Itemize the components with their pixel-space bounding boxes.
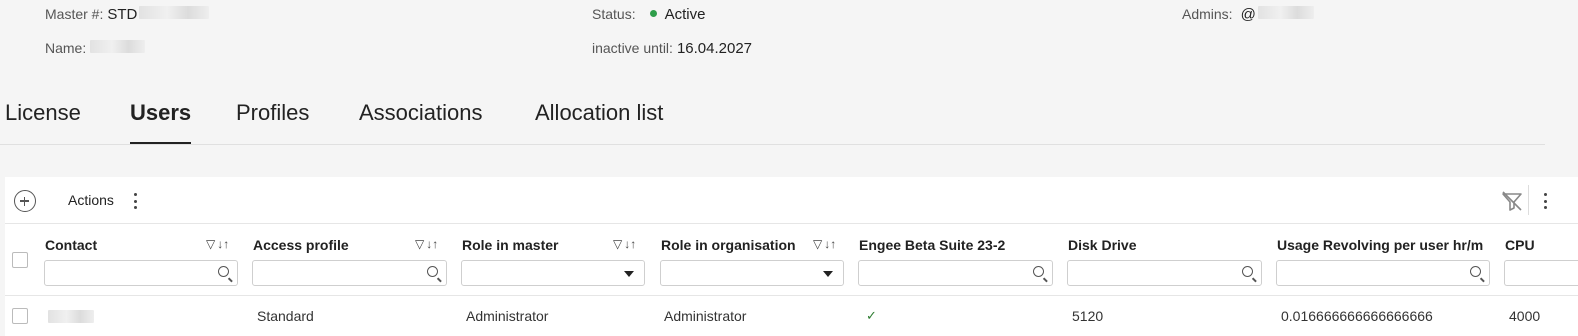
tab-profiles[interactable]: Profiles bbox=[236, 100, 309, 142]
cell-access-profile: Standard bbox=[257, 308, 314, 324]
disk-drive-filter-input[interactable] bbox=[1067, 260, 1262, 286]
access-profile-filter-input[interactable] bbox=[252, 260, 447, 286]
search-icon bbox=[218, 266, 229, 277]
admins-label: Admins: bbox=[1182, 6, 1233, 22]
master-value: STD bbox=[107, 6, 138, 23]
column-header-role-in-organisation[interactable]: Role in organisation bbox=[661, 237, 796, 253]
status-dot-icon bbox=[649, 10, 657, 17]
column-header-engee-beta-suite[interactable]: Engee Beta Suite 23-2 bbox=[859, 237, 1005, 253]
sort-icon[interactable]: ↓↑ bbox=[824, 237, 836, 251]
search-icon bbox=[427, 266, 438, 277]
search-icon bbox=[1470, 266, 1481, 277]
admins-value: @ bbox=[1240, 6, 1256, 23]
column-header-cpu[interactable]: CPU bbox=[1505, 237, 1535, 253]
sort-icon[interactable]: ↓↑ bbox=[217, 237, 229, 251]
filter-icon[interactable]: ▽ bbox=[415, 237, 424, 251]
table-header: Contact ▽ ↓↑ Access profile ▽ ↓↑ Role in m… bbox=[5, 224, 1578, 296]
cell-role-in-master: Administrator bbox=[466, 308, 549, 324]
engee-beta-suite-filter-input[interactable] bbox=[858, 260, 1053, 286]
role-in-organisation-filter-select[interactable] bbox=[660, 260, 844, 286]
filter-icon[interactable]: ▽ bbox=[206, 237, 215, 251]
chevron-down-icon bbox=[823, 271, 833, 277]
tab-allocation-list[interactable]: Allocation list bbox=[535, 100, 663, 142]
checkmark-icon: ✓ bbox=[866, 308, 877, 323]
admins-value-redacted bbox=[1257, 6, 1314, 19]
toolbar-divider bbox=[1528, 185, 1529, 215]
search-icon bbox=[1242, 266, 1253, 277]
users-grid: Actions Contact ▽ ↓↑ Access profile ▽ ↓↑ R… bbox=[5, 177, 1578, 336]
role-in-master-filter-select[interactable] bbox=[461, 260, 645, 286]
account-name: Name: bbox=[45, 40, 146, 56]
cell-role-in-organisation: Administrator bbox=[664, 308, 747, 324]
column-header-access-profile[interactable]: Access profile bbox=[253, 237, 349, 253]
table-row[interactable]: Standard Administrator Administrator ✓ 5… bbox=[5, 296, 1578, 336]
contact-cell-redacted bbox=[48, 310, 94, 323]
master-label: Master #: bbox=[45, 6, 104, 22]
tab-bar: License Users Profiles Associations Allo… bbox=[0, 88, 1545, 145]
sort-icon[interactable]: ↓↑ bbox=[624, 237, 636, 251]
status-value: Active bbox=[664, 6, 706, 23]
inactive-until: inactive until: 16.04.2027 bbox=[592, 40, 752, 57]
actions-menu-label[interactable]: Actions bbox=[68, 192, 114, 208]
column-contact-tools: ▽ ↓↑ bbox=[206, 237, 229, 251]
cell-usage-revolving: 0.016666666666666666 bbox=[1281, 308, 1433, 324]
tab-license[interactable]: License bbox=[5, 100, 81, 142]
column-header-role-in-master[interactable]: Role in master bbox=[462, 237, 558, 253]
usage-revolving-filter-input[interactable] bbox=[1276, 260, 1490, 286]
cell-cpu: 4000 bbox=[1509, 308, 1541, 324]
row-select-checkbox[interactable] bbox=[12, 308, 28, 324]
column-header-contact[interactable]: Contact bbox=[45, 237, 97, 253]
actions-kebab-icon[interactable] bbox=[133, 193, 137, 209]
contact-filter-input[interactable] bbox=[44, 260, 238, 286]
sort-icon[interactable]: ↓↑ bbox=[426, 237, 438, 251]
column-role-in-organisation-tools: ▽ ↓↑ bbox=[813, 237, 836, 251]
select-all-checkbox[interactable] bbox=[12, 252, 28, 268]
search-icon bbox=[1033, 266, 1044, 277]
grid-toolbar: Actions bbox=[5, 177, 1578, 224]
master-number: Master #: STD bbox=[45, 6, 210, 23]
tab-associations[interactable]: Associations bbox=[359, 100, 483, 142]
master-value-redacted bbox=[139, 6, 210, 19]
column-header-disk-drive[interactable]: Disk Drive bbox=[1068, 237, 1136, 253]
filter-icon[interactable]: ▽ bbox=[813, 237, 822, 251]
inactive-value: 16.04.2027 bbox=[676, 40, 753, 57]
grid-options-kebab-icon[interactable] bbox=[1543, 193, 1547, 209]
column-header-usage-revolving[interactable]: Usage Revolving per user hr/m bbox=[1277, 237, 1483, 253]
column-role-in-master-tools: ▽ ↓↑ bbox=[613, 237, 636, 251]
chevron-down-icon bbox=[624, 271, 634, 277]
tab-users[interactable]: Users bbox=[130, 100, 192, 144]
cpu-filter-input[interactable] bbox=[1504, 260, 1578, 286]
inactive-label: inactive until: bbox=[592, 40, 673, 56]
name-value-redacted bbox=[90, 40, 146, 53]
filter-icon[interactable]: ▽ bbox=[613, 237, 622, 251]
cell-disk-drive: 5120 bbox=[1072, 308, 1104, 324]
name-label: Name: bbox=[45, 40, 87, 56]
status: Status: Active bbox=[592, 6, 705, 23]
column-access-profile-tools: ▽ ↓↑ bbox=[415, 237, 438, 251]
admins: Admins: @ bbox=[1182, 6, 1314, 23]
status-label: Status: bbox=[592, 6, 636, 22]
clear-filter-icon[interactable] bbox=[1500, 189, 1524, 213]
add-user-button[interactable] bbox=[14, 190, 36, 212]
